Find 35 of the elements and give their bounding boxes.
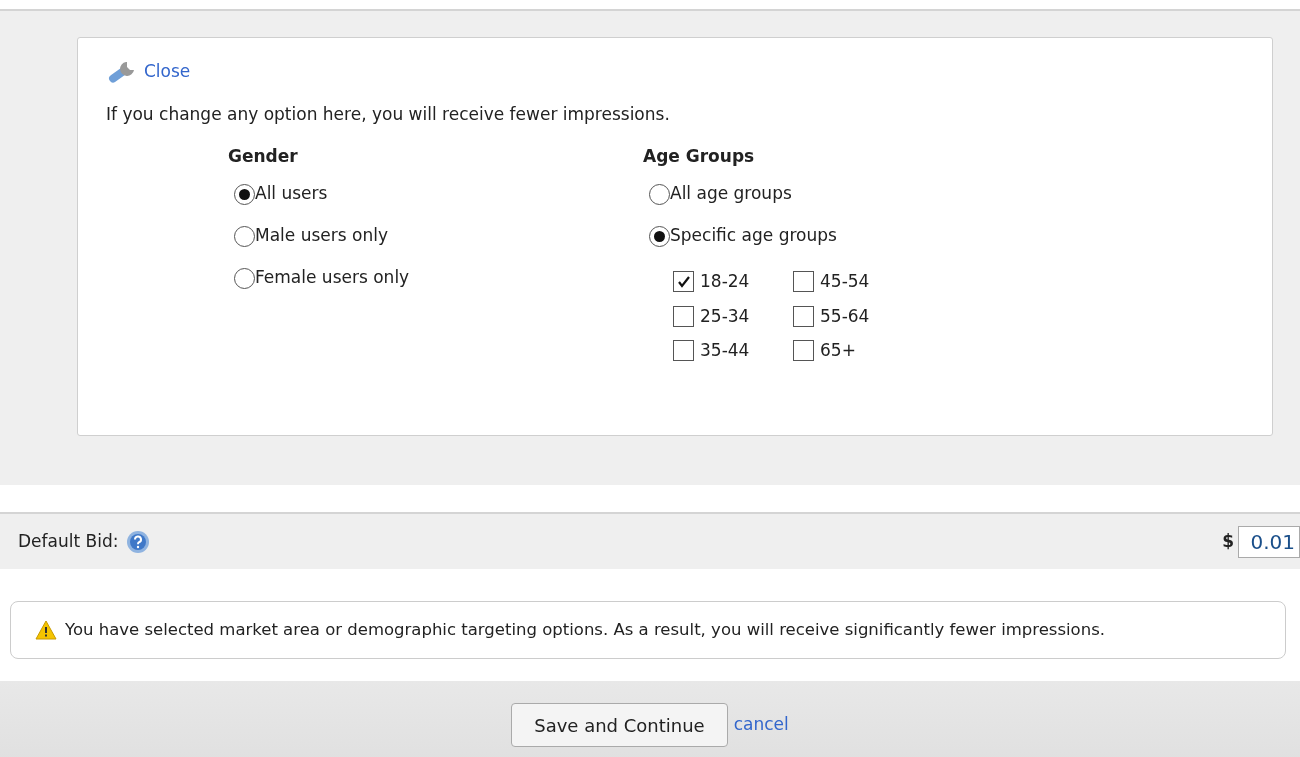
close-link[interactable]: Close: [144, 59, 191, 85]
checkbox-label: 55-64: [820, 304, 870, 328]
radio-button[interactable]: [234, 183, 255, 205]
default-bid-label: Default Bid:: [18, 529, 119, 553]
radio-button[interactable]: [234, 267, 255, 289]
radio-button[interactable]: [649, 225, 670, 247]
checkbox[interactable]: [793, 271, 814, 293]
radio-button[interactable]: [649, 183, 670, 205]
checkbox-label: 18-24: [700, 270, 750, 293]
radio-label: Female users only: [255, 266, 410, 290]
warning-icon: [35, 620, 57, 640]
help-icon: [126, 529, 151, 554]
checkbox[interactable]: [793, 340, 814, 362]
bid-input[interactable]: 0.01: [1238, 525, 1300, 558]
checkbox-label: 65+: [820, 339, 856, 362]
checkbox[interactable]: [793, 305, 814, 327]
checkbox-label: 45-54: [820, 270, 870, 293]
radio-label: All users: [255, 182, 328, 206]
checkbox[interactable]: [673, 305, 694, 327]
currency-symbol: $: [1222, 529, 1234, 553]
checkbox-label: 35-44: [700, 339, 750, 362]
radio-label: Specific age groups: [670, 224, 837, 248]
checkbox-label: 25-34: [700, 304, 750, 328]
section-heading: Gender: [228, 144, 299, 168]
radio-label: Male users only: [255, 224, 388, 248]
notice-text: If you change any option here, you will receive fewer impressions.: [106, 103, 671, 126]
radio-button[interactable]: [234, 225, 255, 247]
checkbox[interactable]: [673, 340, 694, 362]
cancel-link[interactable]: cancel: [733, 712, 789, 738]
section-heading: Age Groups: [643, 144, 756, 168]
check-icon: [676, 274, 691, 289]
save-and-continue-button[interactable]: Save and Continue: [511, 703, 728, 747]
checkbox[interactable]: [673, 271, 694, 293]
radio-label: All age groups: [670, 182, 792, 206]
warning-text: You have selected market area or demographic targeting options. As a result, you will receive significantly fewer impressions.: [65, 618, 1105, 641]
